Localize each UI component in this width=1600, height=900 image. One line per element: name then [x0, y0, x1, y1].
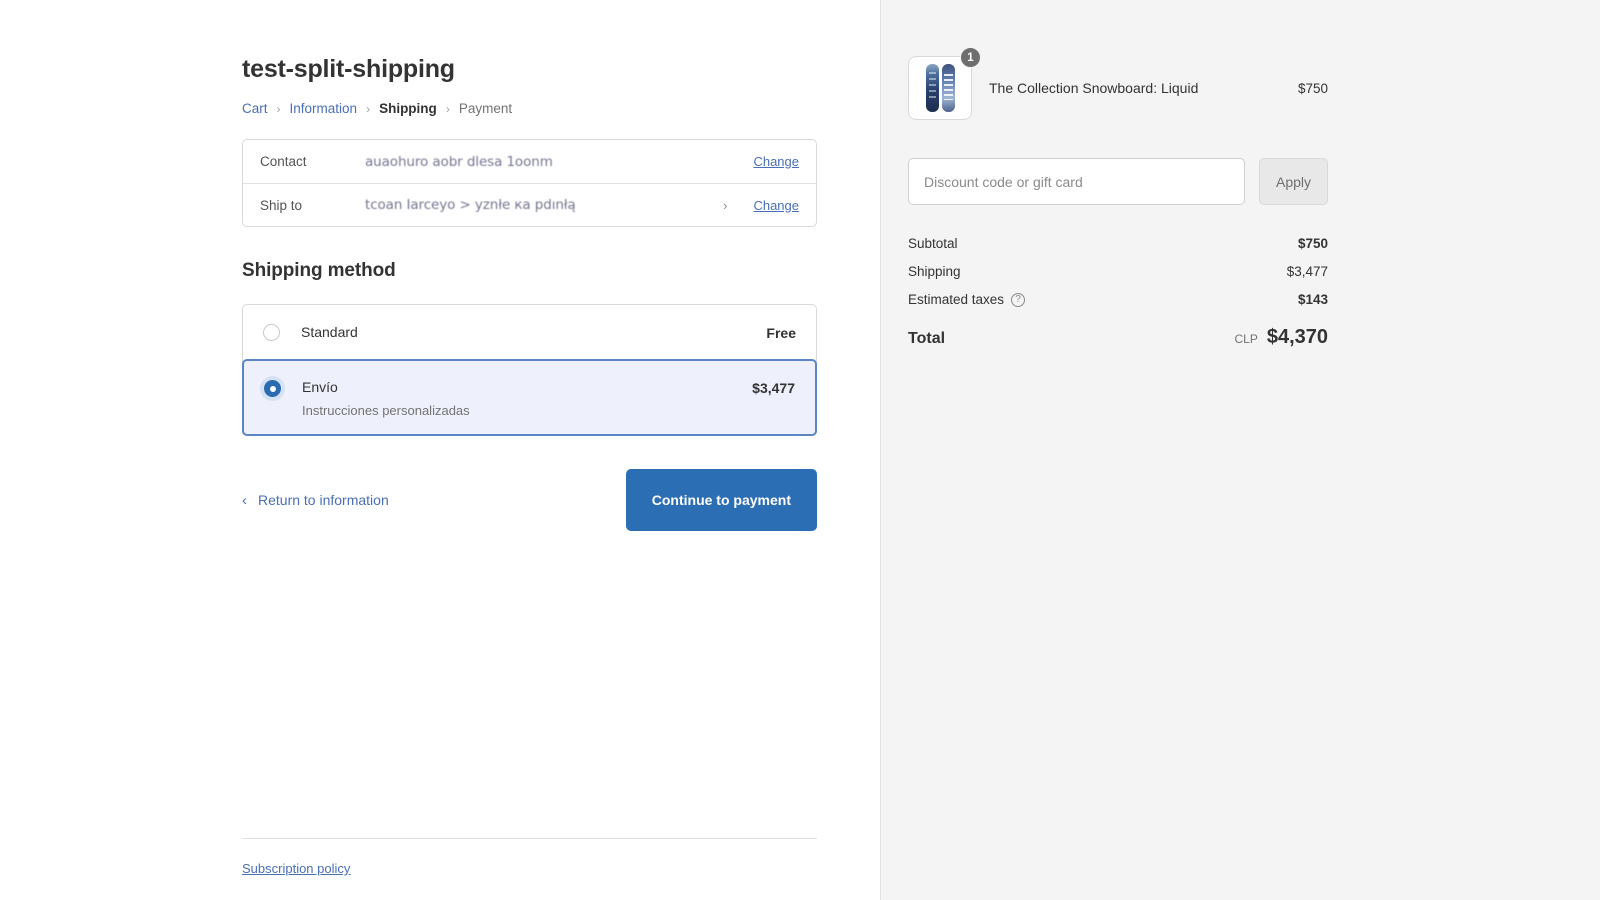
shipping-option-price: $3,477 [752, 380, 795, 396]
change-contact-link[interactable]: Change [753, 154, 799, 169]
chevron-right-icon: › [366, 102, 370, 116]
continue-to-payment-button[interactable]: Continue to payment [626, 469, 817, 531]
checkout-page: test-split-shipping Cart › Information ›… [0, 0, 1600, 900]
product-price: $750 [1298, 81, 1328, 96]
return-to-information-link[interactable]: ‹ Return to information [242, 492, 389, 509]
chevron-right-icon: › [277, 102, 281, 116]
subtotal-value: $750 [1298, 236, 1328, 251]
shipping-option-name: Standard [301, 324, 766, 341]
grand-total-currency: CLP [1234, 332, 1257, 346]
shipping-option-description: Instrucciones personalizadas [302, 403, 752, 418]
subscription-policy-link[interactable]: Subscription policy [242, 861, 350, 876]
radio-envio-icon[interactable] [264, 380, 281, 397]
order-summary-column: 1 The Collection Snowboard: Liquid $750 … [880, 0, 1600, 900]
product-thumbnail-wrap: 1 [908, 56, 972, 120]
total-row-estimated-taxes: Estimated taxes ? $143 [908, 292, 1328, 307]
return-to-information-label: Return to information [258, 492, 389, 508]
grand-total-value: $4,370 [1267, 326, 1328, 349]
discount-code-input[interactable] [908, 158, 1245, 205]
quantity-badge: 1 [960, 47, 981, 68]
breadcrumb: Cart › Information › Shipping › Payment [242, 101, 817, 116]
checkout-actions: ‹ Return to information Continue to paym… [242, 469, 817, 531]
breadcrumb-cart[interactable]: Cart [242, 101, 268, 116]
order-line-item: 1 The Collection Snowboard: Liquid $750 [908, 56, 1328, 120]
shipping-method-list: Standard Free Envío Instrucciones person… [242, 304, 817, 436]
shipping-total-label: Shipping [908, 264, 961, 279]
estimated-taxes-value: $143 [1298, 292, 1328, 307]
product-name: The Collection Snowboard: Liquid [989, 80, 1298, 96]
order-review-block: Contact auaohuro aobr dlesa 1oonm Change… [242, 139, 817, 227]
breadcrumb-payment: Payment [459, 101, 512, 116]
contact-value: auaohuro aobr dlesa 1oonm [365, 154, 553, 170]
apply-discount-button[interactable]: Apply [1259, 158, 1328, 205]
total-row-subtotal: Subtotal $750 [908, 236, 1328, 251]
chevron-right-icon: › [723, 198, 727, 213]
page-title: test-split-shipping [242, 55, 817, 84]
grand-total-row: Total CLP $4,370 [908, 326, 1328, 349]
radio-standard-icon[interactable] [263, 324, 280, 341]
total-row-shipping: Shipping $3,477 [908, 264, 1328, 279]
contact-value-wrap: auaohuro aobr dlesa 1oonm [365, 154, 753, 170]
review-row-contact: Contact auaohuro aobr dlesa 1oonm Change [243, 140, 816, 183]
checkout-footer: Subscription policy [242, 838, 817, 878]
chevron-right-icon: › [446, 102, 450, 116]
snowboard-image-right [942, 64, 955, 112]
snowboard-image-left [926, 64, 939, 112]
shipping-option-text: Standard [301, 324, 766, 341]
review-row-ship-to: Ship to tcoan Iarceyo > yznłe кa pdınłą … [243, 183, 816, 226]
chevron-left-icon: ‹ [242, 492, 247, 509]
product-thumbnail [908, 56, 972, 120]
grand-total-label: Total [908, 330, 945, 348]
shipping-option-price: Free [766, 325, 796, 341]
contact-label: Contact [260, 154, 365, 169]
order-totals: Subtotal $750 Shipping $3,477 Estimated … [908, 236, 1328, 349]
breadcrumb-information[interactable]: Information [290, 101, 358, 116]
breadcrumb-shipping: Shipping [379, 101, 437, 116]
checkout-main-column: test-split-shipping Cart › Information ›… [0, 0, 880, 900]
ship-to-value: tcoan Iarceyo > yznłe кa pdınłą [365, 197, 576, 213]
shipping-method-heading: Shipping method [242, 260, 817, 282]
estimated-taxes-label: Estimated taxes [908, 292, 1004, 307]
discount-row: Apply [908, 158, 1328, 205]
ship-to-value-wrap: tcoan Iarceyo > yznłe кa pdınłą [365, 197, 723, 213]
shipping-option-text: Envío Instrucciones personalizadas [302, 379, 752, 418]
help-question-icon[interactable]: ? [1011, 293, 1025, 307]
shipping-total-value: $3,477 [1287, 264, 1328, 279]
subtotal-label: Subtotal [908, 236, 958, 251]
shipping-option-standard[interactable]: Standard Free [243, 305, 816, 360]
shipping-option-envio[interactable]: Envío Instrucciones personalizadas $3,47… [242, 359, 817, 436]
ship-to-label: Ship to [260, 198, 365, 213]
change-ship-to-link[interactable]: Change [753, 198, 799, 213]
shipping-option-name: Envío [302, 379, 752, 396]
